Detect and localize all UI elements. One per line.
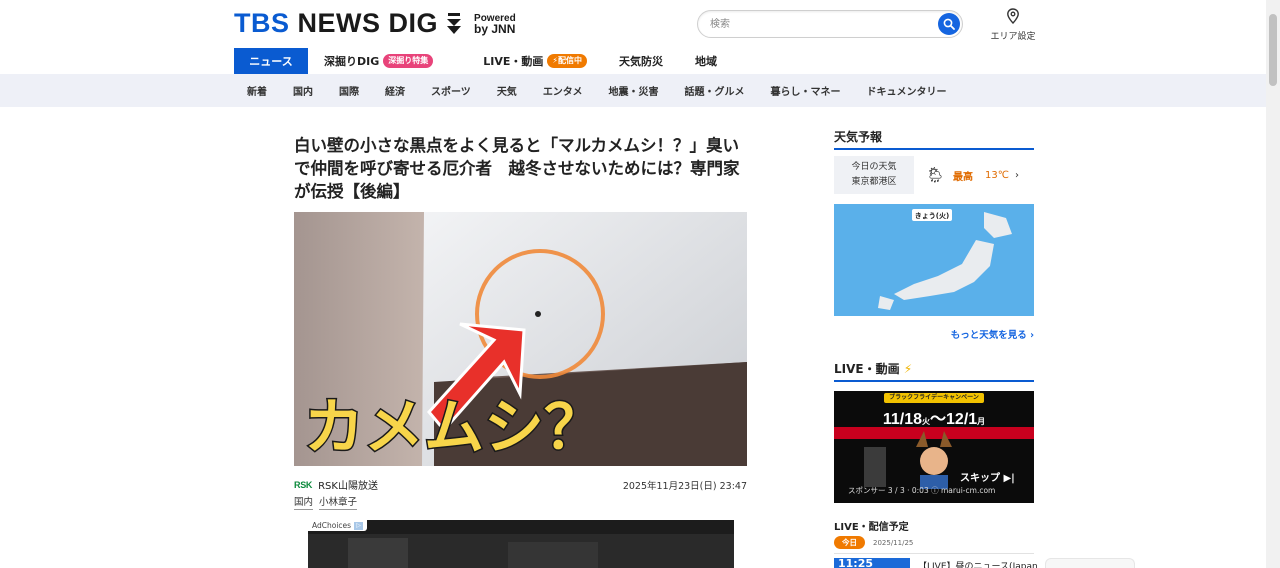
subnav-item-new[interactable]: 新着	[247, 83, 267, 98]
subnav-item-documentary[interactable]: ドキュメンタリー	[867, 83, 947, 98]
nav-item-region[interactable]: 地域	[679, 48, 733, 74]
subnav-item-sports[interactable]: スポーツ	[431, 83, 471, 98]
subnav-item-international[interactable]: 国際	[339, 83, 359, 98]
tag-link[interactable]: 国内	[294, 494, 314, 510]
nav-item-news[interactable]: ニュース	[234, 48, 308, 74]
area-setting-button[interactable]: エリア設定	[990, 8, 1036, 42]
schedule-section-title: LIVE・配信予定	[834, 522, 909, 533]
site-header: TBS NEWS DIG Powered by JNN エリア設定	[0, 0, 1266, 48]
more-weather-link[interactable]: もっと天気を見る ›	[834, 327, 1034, 341]
article-source[interactable]: RSK RSK山陽放送	[294, 477, 378, 493]
japan-weather-map: きょう(火)	[834, 204, 1034, 316]
nav-item-fukabori-dig[interactable]: 深掘りDIG 深掘り特集	[308, 48, 449, 74]
weather-section: 天気予報	[834, 128, 1034, 150]
feature-badge: 深掘り特集	[383, 54, 434, 68]
chevron-right-icon: ›	[1015, 169, 1020, 181]
nav-item-live-video[interactable]: LIVE・動画 ⚡配信中	[449, 48, 603, 74]
logo-text: TBS NEWS DIG	[234, 8, 439, 38]
advertisement[interactable]: AdChoices ▷	[308, 520, 734, 568]
weather-location: 今日の天気 東京都港区	[834, 156, 914, 194]
search-input[interactable]	[710, 16, 930, 32]
area-setting-label: エリア設定	[990, 32, 1036, 42]
sponsor-info: スポンサー 3 / 3 · 0:03 ⓘ marui-cm.com	[848, 486, 996, 495]
subnav-item-domestic[interactable]: 国内	[293, 83, 313, 98]
schedule-thumb: 11:25	[834, 558, 910, 568]
high-temp-value: 13℃	[985, 169, 1010, 181]
tag-link[interactable]: 小林章子	[319, 494, 358, 510]
live-section-title: LIVE・動画	[834, 362, 900, 376]
subnav-item-life-money[interactable]: 暮らし・マネー	[771, 83, 841, 98]
cloudy-sunny-icon: 🌦	[926, 166, 946, 184]
dig-shovel-icon	[447, 12, 462, 34]
bolt-icon: ⚡	[903, 362, 913, 376]
image-caption: カメムシ？	[304, 393, 604, 463]
weather-map[interactable]: きょう(火)	[834, 204, 1034, 316]
weather-section-title: 天気予報	[834, 128, 1034, 150]
schedule-item[interactable]: 11:25 【LIVE】昼のニュース(Japan	[834, 558, 1038, 568]
page-scrollbar[interactable]	[1266, 0, 1280, 568]
schedule-date: 2025/11/25	[873, 538, 914, 547]
today-pill[interactable]: 今日	[834, 536, 865, 549]
search-icon	[943, 18, 955, 30]
rsk-logo: RSK	[294, 479, 313, 490]
live-video-player[interactable]: ブラックフライデーキャンペーン 11/18火〜12/1月 スキップ ▶| スポン…	[834, 391, 1034, 503]
article-header: 白い壁の小さな黒点をよく見ると「マルカメムシ！？」臭いで仲間を呼び寄せる厄介者 …	[294, 134, 747, 203]
subnav-item-disaster[interactable]: 地震・災害	[609, 83, 659, 98]
subnav-item-economy[interactable]: 経済	[385, 83, 405, 98]
ad-video-frame	[308, 534, 734, 568]
article-date: 2025年11月23日(日) 23:47	[622, 481, 747, 492]
chevron-right-icon: ›	[1030, 330, 1034, 341]
live-section: LIVE・動画 ⚡	[834, 360, 1034, 382]
today-weather-card[interactable]: 今日の天気 東京都港区 🌦 最高 13℃ ›	[834, 156, 1034, 194]
subnav-item-weather[interactable]: 天気	[497, 83, 517, 98]
schedule-date-row: 今日 2025/11/25	[834, 536, 913, 549]
search-button[interactable]	[938, 13, 960, 35]
article-tags: 国内 小林章子	[294, 494, 363, 510]
powered-by-jnn: Powered by JNN	[474, 12, 516, 36]
source-name: RSK山陽放送	[318, 481, 378, 492]
main-nav: ニュース 深掘りDIG 深掘り特集 LIVE・動画 ⚡配信中 天気防災 地域	[234, 48, 733, 74]
skip-ad-button[interactable]: スキップ ▶|	[960, 469, 1015, 484]
map-date-label: きょう(火)	[915, 211, 949, 220]
floating-tab[interactable]	[1045, 558, 1135, 568]
search-box	[697, 10, 963, 38]
article-hero-image: カメムシ？	[294, 212, 747, 466]
subnav-item-entertainment[interactable]: エンタメ	[543, 83, 583, 98]
sub-nav: 新着 国内 国際 経済 スポーツ 天気 エンタメ 地震・災害 話題・グルメ 暮ら…	[0, 74, 1266, 107]
article-headline: 白い壁の小さな黒点をよく見ると「マルカメムシ！？」臭いで仲間を呼び寄せる厄介者 …	[294, 136, 740, 201]
nav-item-weather-disaster[interactable]: 天気防災	[603, 48, 679, 74]
subnav-item-topics-gourmet[interactable]: 話題・グルメ	[685, 83, 745, 98]
stink-bug-wall-photo: カメムシ？	[294, 212, 747, 466]
high-temp-label: 最高	[953, 171, 974, 183]
schedule-section: LIVE・配信予定	[834, 518, 1034, 533]
scrollbar-thumb[interactable]	[1269, 14, 1277, 86]
live-badge: ⚡配信中	[547, 54, 588, 68]
schedule-item-title: 【LIVE】昼のニュース(Japan	[918, 562, 1038, 568]
site-logo[interactable]: TBS NEWS DIG Powered by JNN	[234, 8, 516, 39]
location-pin-icon	[1007, 8, 1019, 25]
